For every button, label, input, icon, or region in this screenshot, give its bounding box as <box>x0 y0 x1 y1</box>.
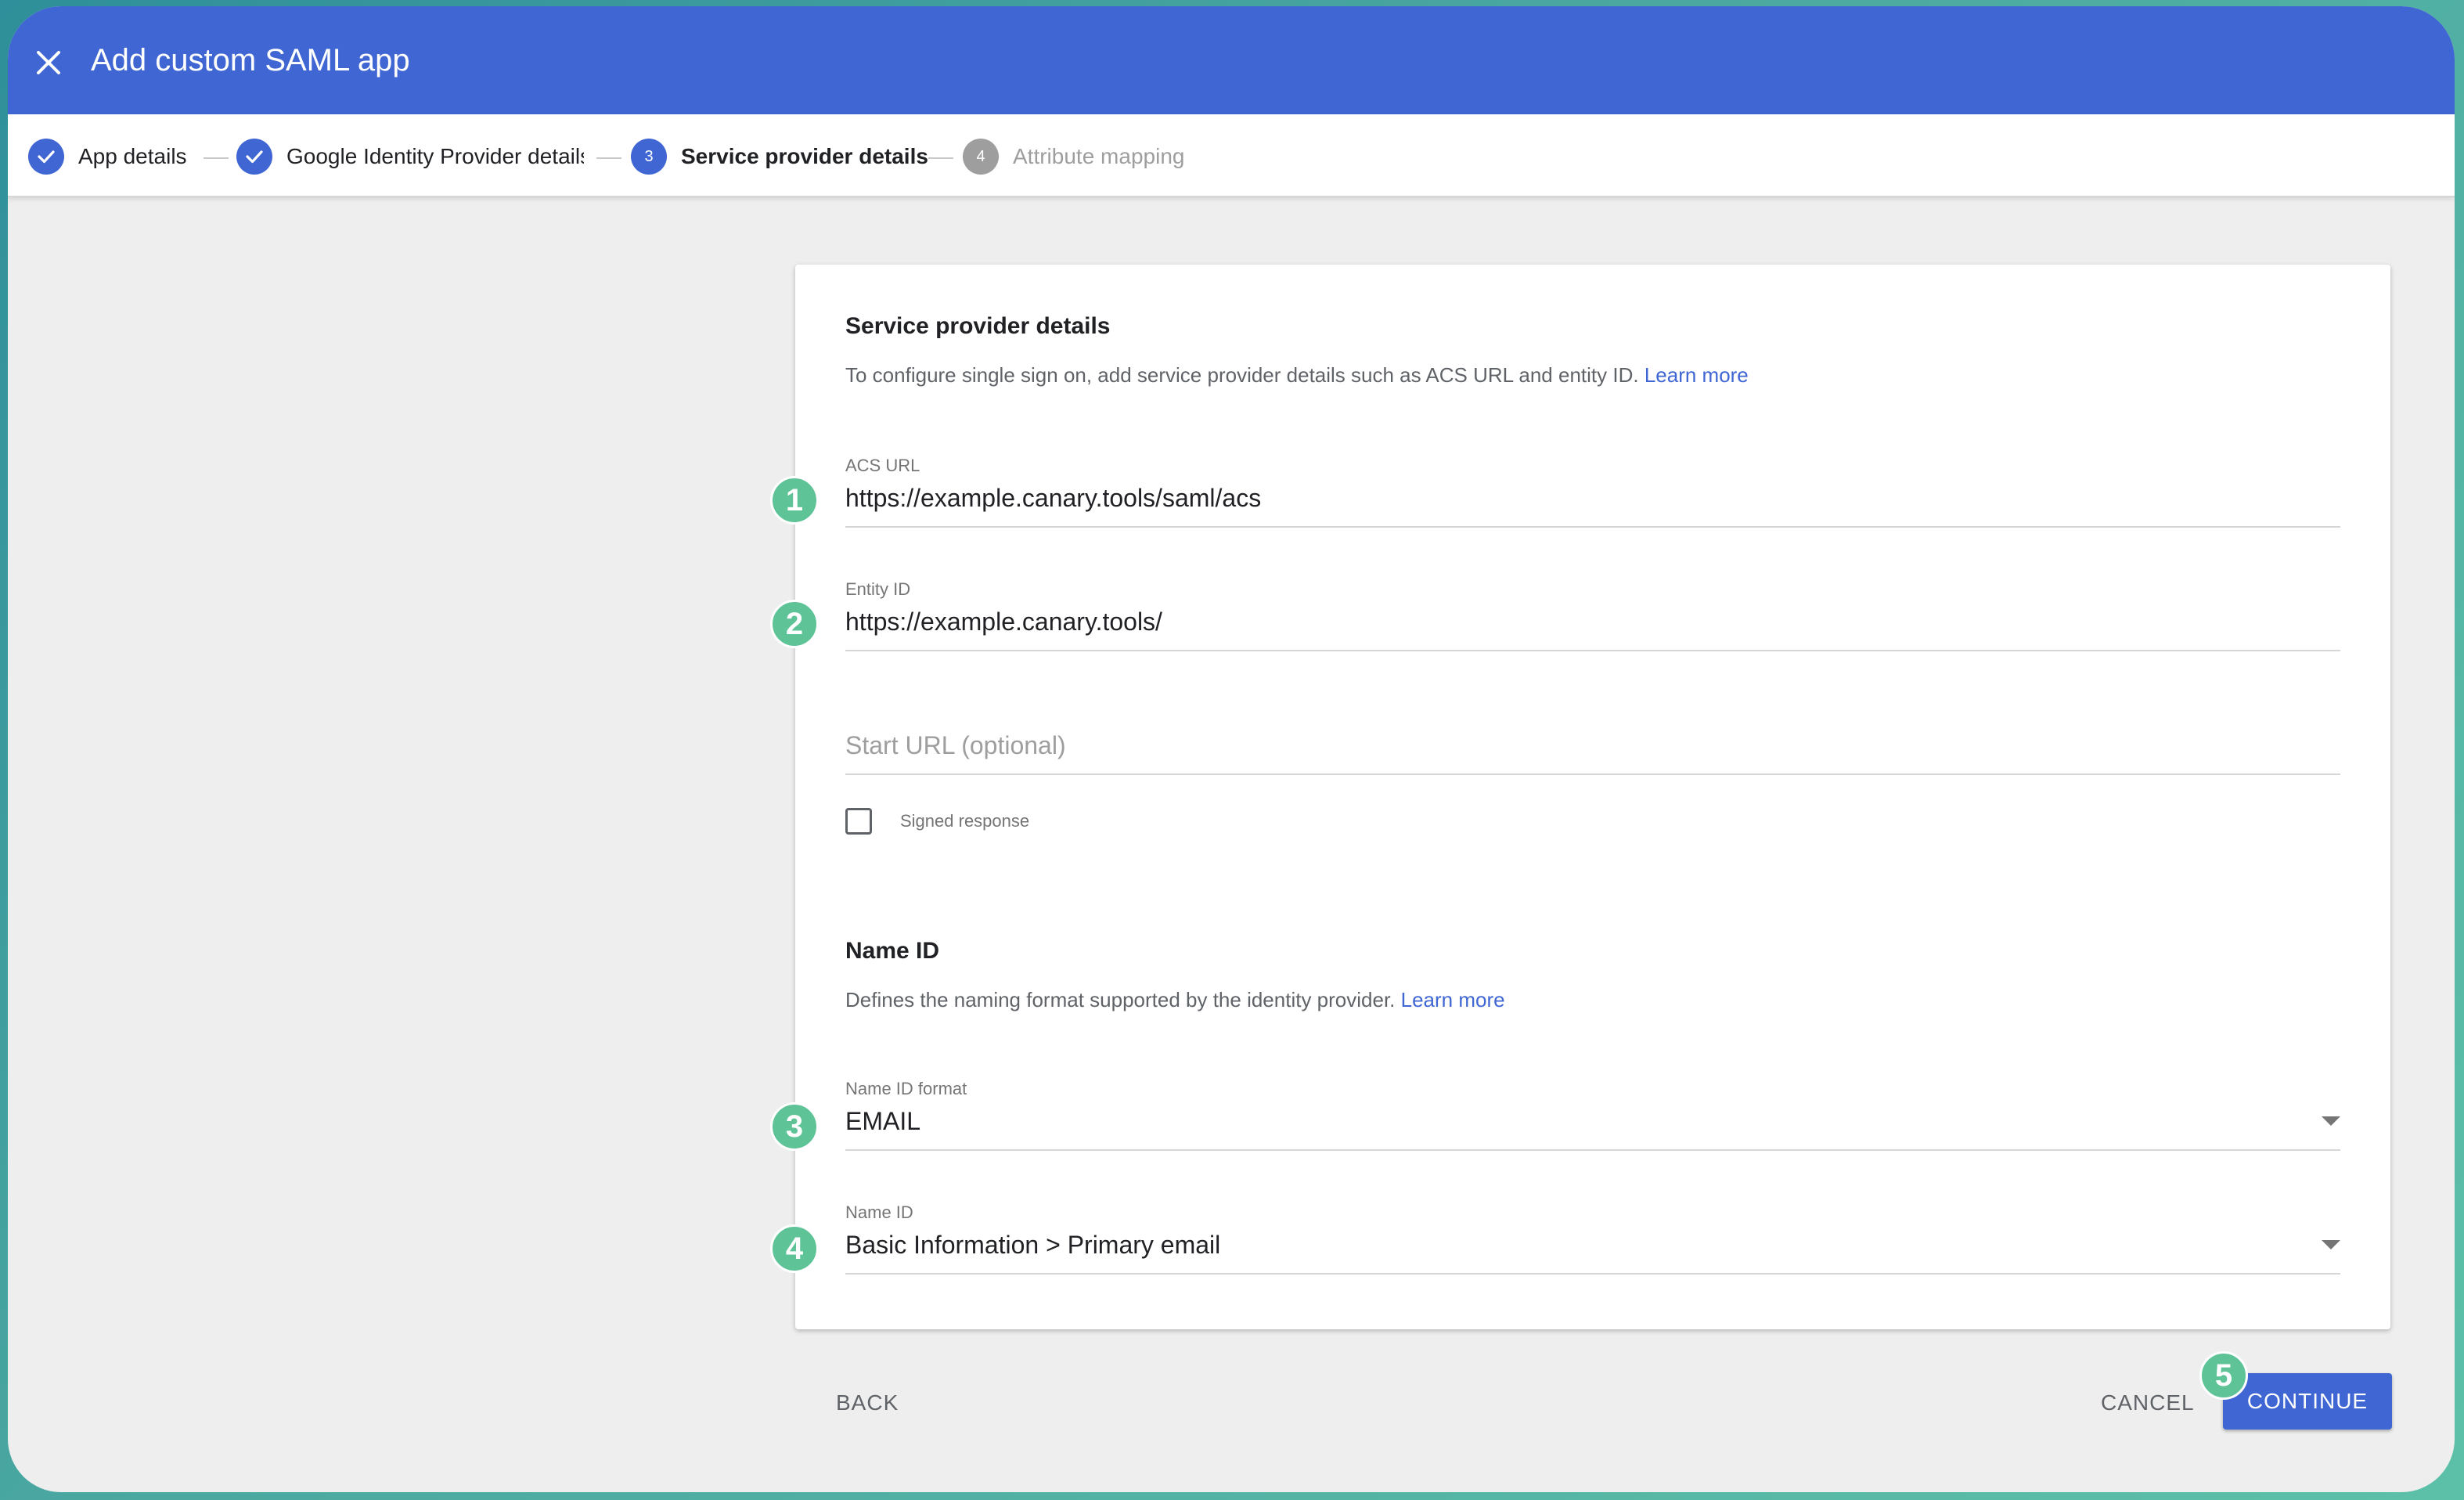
step-label: App details <box>78 144 187 168</box>
field-underline <box>845 773 2340 775</box>
learn-more-link[interactable]: Learn more <box>1401 988 1505 1011</box>
name-id-dropdown[interactable]: Name ID Basic Information > Primary emai… <box>845 1203 2340 1275</box>
signed-response-checkbox[interactable] <box>845 808 872 835</box>
back-button[interactable]: BACK <box>836 1390 899 1415</box>
step-badge: 3 <box>770 1102 819 1151</box>
section-title: Service provider details <box>845 313 1111 339</box>
step-google-idp-details[interactable]: Google Identity Provider details <box>236 138 584 175</box>
section-description: To configure single sign on, add service… <box>845 363 1749 387</box>
chevron-down-icon <box>2322 1116 2340 1126</box>
start-url-field <box>845 703 2340 775</box>
continue-button[interactable]: CONTINUE <box>2223 1373 2392 1430</box>
entity-id-field: Entity ID <box>845 579 2340 651</box>
step-label: Google Identity Provider details <box>286 144 584 168</box>
header-bar: Add custom SAML app <box>8 6 2455 114</box>
field-underline <box>845 650 2340 651</box>
page-title: Add custom SAML app <box>91 43 410 78</box>
name-id-format-label: Name ID format <box>845 1079 967 1098</box>
step-badge: 2 <box>770 600 819 648</box>
signed-response-label: Signed response <box>900 811 1030 831</box>
acs-url-input[interactable] <box>845 484 2301 513</box>
close-button[interactable] <box>27 41 70 85</box>
step-service-provider-details[interactable]: 3 Service provider details <box>631 138 928 175</box>
step-connector <box>928 157 953 159</box>
step-connector <box>204 157 229 159</box>
entity-id-label: Entity ID <box>845 579 911 599</box>
acs-url-label: ACS URL <box>845 456 920 475</box>
field-underline <box>845 1149 2340 1151</box>
name-id-label: Name ID <box>845 1203 913 1222</box>
service-provider-card: Service provider details To configure si… <box>795 265 2390 1329</box>
learn-more-link[interactable]: Learn more <box>1644 363 1749 387</box>
chevron-down-icon <box>2322 1240 2340 1249</box>
name-id-description: Defines the naming format supported by t… <box>845 988 1505 1011</box>
field-underline <box>845 526 2340 528</box>
check-icon <box>28 139 64 175</box>
close-icon <box>37 51 60 74</box>
entity-id-input[interactable] <box>845 608 2301 636</box>
step-badge: 4 <box>770 1224 819 1273</box>
step-label: Service provider details <box>681 144 928 168</box>
step-connector <box>596 157 621 159</box>
step-number: 3 <box>631 139 667 175</box>
step-app-details[interactable]: App details <box>28 138 187 175</box>
step-attribute-mapping[interactable]: 4 Attribute mapping <box>963 138 1184 175</box>
stepper: App details Google Identity Provider det… <box>8 114 2455 197</box>
check-icon <box>236 139 272 175</box>
step-badge: 5 <box>2199 1351 2248 1400</box>
step-badge: 1 <box>770 476 819 525</box>
cancel-button[interactable]: CANCEL <box>2101 1390 2195 1415</box>
step-number: 4 <box>963 139 999 175</box>
step-label: Attribute mapping <box>1013 144 1185 168</box>
start-url-input[interactable] <box>845 731 2301 760</box>
name-id-format-dropdown[interactable]: Name ID format EMAIL <box>845 1079 2340 1151</box>
name-id-title: Name ID <box>845 938 940 964</box>
name-id-format-value: EMAIL <box>845 1107 921 1135</box>
name-id-value: Basic Information > Primary email <box>845 1231 1221 1259</box>
saml-app-dialog: Add custom SAML app App details Google I… <box>8 6 2455 1492</box>
acs-url-field: ACS URL <box>845 456 2340 528</box>
field-underline <box>845 1273 2340 1275</box>
